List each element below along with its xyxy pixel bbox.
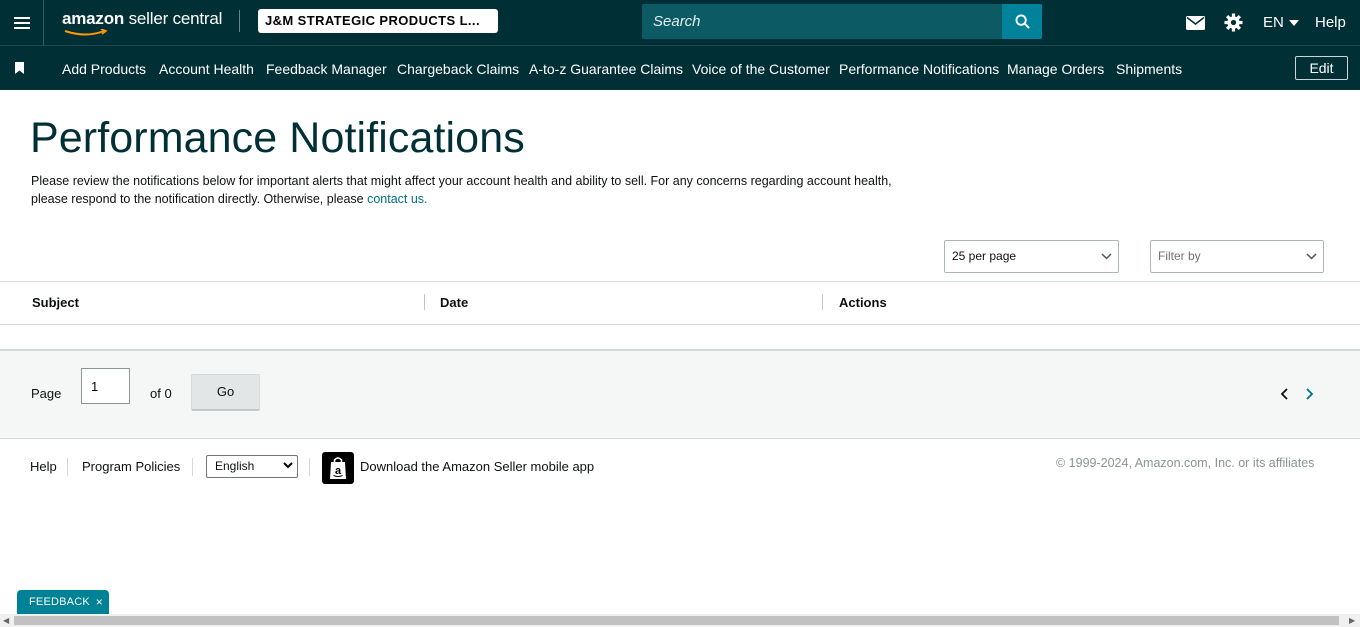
close-icon[interactable]: × [96, 595, 103, 609]
column-divider [822, 294, 823, 310]
chevron-down-icon [283, 462, 293, 469]
search-bar [642, 4, 1042, 39]
horizontal-scrollbar[interactable]: ◀ ▶ [0, 614, 1360, 627]
nav-item-voice-of-customer[interactable]: Voice of the Customer [692, 61, 830, 77]
help-link[interactable]: Help [1315, 0, 1346, 45]
column-divider [424, 294, 425, 310]
shopping-bag-icon: a [330, 457, 346, 479]
page-number-input[interactable] [81, 368, 130, 404]
mail-icon [1186, 15, 1205, 30]
amazon-app-icon[interactable]: a [322, 452, 354, 484]
help-label: Help [1315, 14, 1346, 31]
go-button[interactable]: Go [191, 374, 260, 411]
download-app-link[interactable]: Download the Amazon Seller mobile app [360, 459, 594, 474]
language-code: EN [1263, 14, 1284, 31]
seller-central-logo[interactable]: amazon seller central [62, 9, 223, 36]
search-button[interactable] [1002, 4, 1042, 39]
nav-item-feedback-manager[interactable]: Feedback Manager [266, 61, 387, 77]
menu-button[interactable] [0, 0, 44, 45]
top-bar: amazon seller central J&M STRATEGIC PROD… [0, 0, 1360, 45]
account-name: J&M STRATEGIC PRODUCTS L... [265, 13, 480, 28]
nav-item-a-to-z-claims[interactable]: A-to-z Guarantee Claims [529, 61, 683, 77]
chevron-down-icon [1101, 253, 1112, 260]
messages-button[interactable] [1186, 0, 1205, 45]
page-label: Page [31, 386, 62, 401]
nav-item-add-products[interactable]: Add Products [62, 61, 146, 77]
chevron-left-icon[interactable] [1280, 388, 1290, 400]
nav-item-performance-notifications[interactable]: Performance Notifications [839, 61, 999, 77]
filter-select[interactable]: Filter by [1150, 240, 1324, 273]
logo-amazon-text: amazon [62, 9, 125, 28]
nav-item-shipments[interactable]: Shipments [1116, 61, 1182, 77]
bookmark-icon[interactable] [15, 62, 24, 74]
gear-icon [1224, 13, 1243, 32]
logo-seller-central-text: seller central [124, 9, 223, 28]
account-switcher[interactable]: J&M STRATEGIC PRODUCTS L... [258, 9, 498, 33]
nav-item-manage-orders[interactable]: Manage Orders [1007, 61, 1104, 77]
page-description: Please review the notifications below fo… [31, 172, 911, 208]
menu-icon [13, 16, 30, 29]
chevron-right-icon[interactable] [1304, 388, 1314, 400]
amazon-smile-icon [64, 29, 108, 36]
scrollbar-thumb[interactable] [14, 616, 1339, 625]
chevron-down-icon [1288, 19, 1299, 26]
column-header-date[interactable]: Date [440, 295, 468, 310]
feedback-tab[interactable]: FEEDBACK × [17, 590, 109, 614]
contact-us-link[interactable]: contact us. [367, 192, 427, 206]
per-page-select[interactable]: 25 per page [944, 240, 1119, 273]
chevron-down-icon [1306, 253, 1317, 260]
scroll-left-icon[interactable]: ◀ [3, 616, 9, 625]
copyright-text: © 1999-2024, Amazon.com, Inc. or its aff… [1056, 456, 1315, 470]
footer-divider [309, 458, 310, 476]
footer-language-select[interactable]: English [206, 455, 298, 478]
table-header-border [0, 324, 1360, 325]
footer-help-link[interactable]: Help [30, 459, 57, 474]
page-total-label: of 0 [150, 386, 172, 401]
header-divider [239, 10, 240, 32]
filter-placeholder: Filter by [1158, 249, 1201, 263]
nav-bar: Add Products Account Health Feedback Man… [0, 45, 1360, 90]
description-text: Please review the notifications below fo… [31, 174, 892, 206]
column-header-actions: Actions [839, 295, 887, 310]
feedback-label: FEEDBACK [29, 596, 90, 608]
search-input[interactable] [642, 4, 1002, 39]
table-top-border [0, 281, 1360, 282]
svg-text:a: a [335, 465, 342, 477]
pagination-bar: Page of 0 Go [0, 349, 1360, 439]
scroll-right-icon[interactable]: ▶ [1349, 616, 1355, 625]
page-title: Performance Notifications [30, 114, 525, 162]
settings-button[interactable] [1224, 0, 1243, 45]
nav-item-chargeback-claims[interactable]: Chargeback Claims [397, 61, 519, 77]
language-switcher[interactable]: EN [1263, 0, 1299, 45]
footer-language-value: English [215, 459, 255, 473]
nav-item-account-health[interactable]: Account Health [159, 61, 254, 77]
search-icon [1014, 14, 1030, 29]
column-header-subject[interactable]: Subject [32, 295, 79, 310]
footer-divider [67, 458, 68, 476]
footer-divider [192, 458, 193, 476]
per-page-value: 25 per page [952, 249, 1017, 263]
footer-program-policies-link[interactable]: Program Policies [82, 459, 180, 474]
edit-nav-button[interactable]: Edit [1295, 56, 1348, 80]
